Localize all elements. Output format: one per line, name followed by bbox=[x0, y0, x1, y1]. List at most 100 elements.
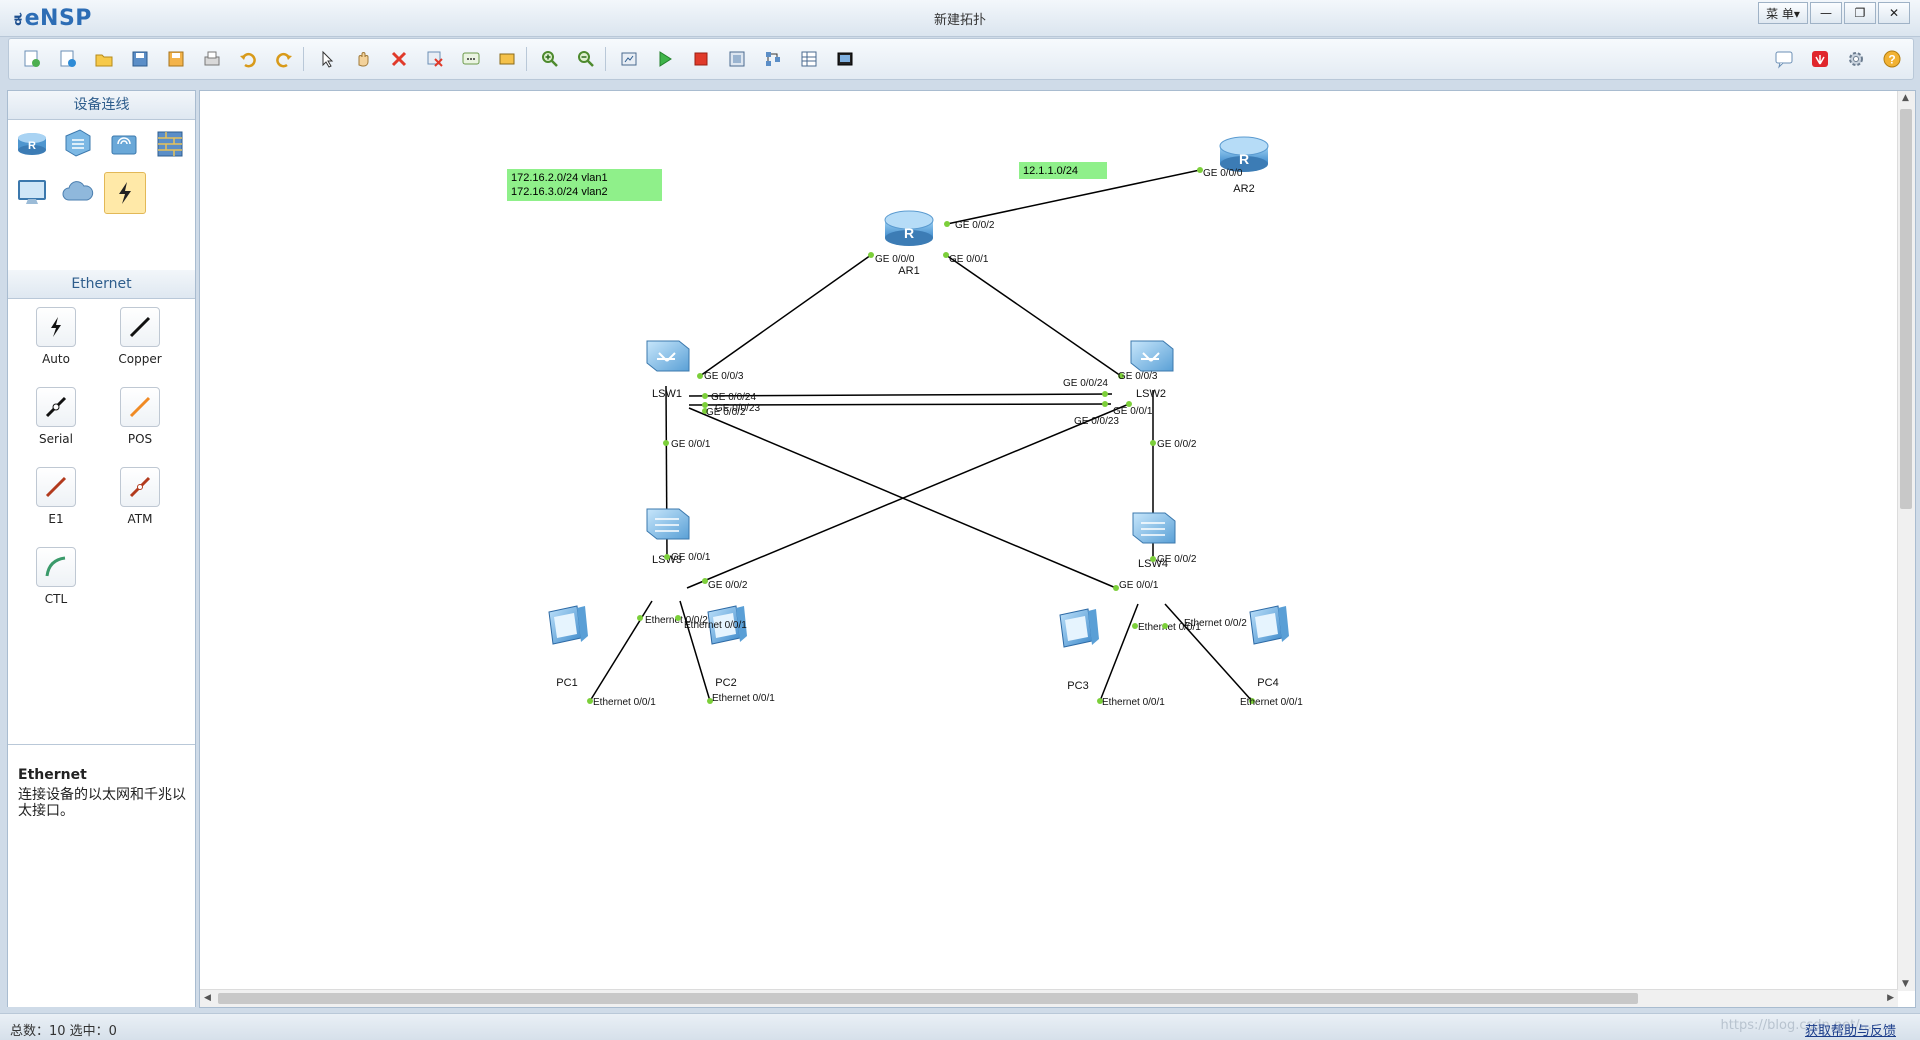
cable-ctl[interactable]: CTL bbox=[16, 547, 96, 606]
port-label: GE 0/0/2 bbox=[1157, 554, 1197, 565]
delete-icon[interactable] bbox=[386, 46, 412, 72]
note-line: 12.1.1.0/24 bbox=[1023, 165, 1078, 177]
scroll-right-icon[interactable]: ▶ bbox=[1887, 993, 1894, 1003]
note-line: 172.16.2.0/24 vlan1 bbox=[511, 172, 608, 184]
horizontal-scroll-thumb[interactable] bbox=[218, 993, 1638, 1004]
node-pc4[interactable]: PC4 bbox=[1249, 605, 1289, 689]
link-lsw4-pc3[interactable] bbox=[1099, 603, 1139, 702]
settings-gear-icon[interactable] bbox=[1843, 46, 1869, 72]
switch-icon bbox=[1132, 512, 1176, 544]
port-labels-layer: GE 0/0/2 GE 0/0/0 GE 0/0/0 GE 0/0/3 GE 0/0/1… bbox=[587, 167, 1303, 708]
capture-icon[interactable] bbox=[724, 46, 750, 72]
node-label: PC1 bbox=[556, 677, 577, 689]
forum-icon[interactable] bbox=[1771, 46, 1797, 72]
link-ar1-lsw1[interactable] bbox=[699, 254, 872, 377]
note-vlan[interactable]: 172.16.2.0/24 vlan1 172.16.3.0/24 vlan2 bbox=[507, 169, 662, 201]
cable-label: Auto bbox=[42, 352, 70, 366]
topology-canvas[interactable]: 172.16.2.0/24 vlan1 172.16.3.0/24 vlan2 … bbox=[199, 90, 1916, 1008]
port-label: GE 0/0/0 bbox=[1203, 168, 1243, 179]
port-dot bbox=[675, 615, 681, 621]
wireless-category-icon[interactable] bbox=[104, 124, 144, 164]
huawei-icon[interactable] bbox=[1807, 46, 1833, 72]
port-label: GE 0/0/1 bbox=[671, 552, 711, 563]
svg-text:R: R bbox=[28, 140, 36, 152]
pan-hand-icon[interactable] bbox=[350, 46, 376, 72]
save-icon[interactable] bbox=[127, 46, 153, 72]
grid-icon[interactable] bbox=[796, 46, 822, 72]
atm-cable-icon bbox=[120, 467, 160, 507]
save-as-icon[interactable] bbox=[163, 46, 189, 72]
window-title: 新建拓扑 bbox=[933, 13, 986, 28]
device-category-grid: R bbox=[8, 120, 195, 270]
cable-category-icon[interactable] bbox=[104, 172, 146, 214]
link-ar1-lsw2[interactable] bbox=[945, 254, 1122, 377]
node-lsw1[interactable]: LSW1 bbox=[646, 340, 690, 400]
router-category-icon[interactable]: R bbox=[12, 124, 52, 164]
minimize-button[interactable]: — bbox=[1810, 2, 1842, 24]
node-label: AR2 bbox=[1233, 183, 1254, 195]
topology-view-icon[interactable] bbox=[760, 46, 786, 72]
cable-pos[interactable]: POS bbox=[100, 387, 180, 446]
switch-category-icon[interactable] bbox=[58, 124, 98, 164]
svg-text:?: ? bbox=[1888, 53, 1895, 67]
cable-serial[interactable]: Serial bbox=[16, 387, 96, 446]
cable-grid: Auto Copper Serial POS E1 ATM CTL bbox=[8, 299, 195, 739]
help-icon[interactable]: ? bbox=[1879, 46, 1905, 72]
redo-icon[interactable] bbox=[271, 46, 297, 72]
close-button[interactable]: ✕ bbox=[1878, 2, 1910, 24]
stop-device-icon[interactable] bbox=[688, 46, 714, 72]
rectangle-icon[interactable] bbox=[494, 46, 520, 72]
new-topology-icon[interactable] bbox=[19, 46, 45, 72]
new-example-icon[interactable] bbox=[55, 46, 81, 72]
scroll-left-icon[interactable]: ◀ bbox=[204, 993, 211, 1003]
port-dot bbox=[697, 373, 703, 379]
scroll-down-icon[interactable]: ▼ bbox=[1902, 979, 1909, 989]
select-pointer-icon[interactable] bbox=[314, 46, 340, 72]
zoom-out-icon[interactable] bbox=[573, 46, 599, 72]
text-note-icon[interactable] bbox=[458, 46, 484, 72]
link-lsw2-lsw3[interactable] bbox=[686, 403, 1130, 589]
scroll-up-icon[interactable]: ▲ bbox=[1902, 93, 1909, 103]
cable-auto[interactable]: Auto bbox=[16, 307, 96, 366]
cable-atm[interactable]: ATM bbox=[100, 467, 180, 526]
pc-screen bbox=[554, 613, 577, 638]
delete-links-icon[interactable] bbox=[422, 46, 448, 72]
l3-switch-icon bbox=[1130, 340, 1174, 372]
pc-category-icon[interactable] bbox=[12, 172, 52, 212]
pos-cable-icon bbox=[120, 387, 160, 427]
note-wan[interactable]: 12.1.1.0/24 bbox=[1019, 162, 1107, 179]
cloud-category-icon[interactable] bbox=[58, 172, 98, 212]
print-icon[interactable] bbox=[199, 46, 225, 72]
zoom-in-icon[interactable] bbox=[537, 46, 563, 72]
horizontal-scrollbar[interactable]: ◀ ▶ bbox=[200, 989, 1898, 1007]
topology-diagram[interactable]: 172.16.2.0/24 vlan1 172.16.3.0/24 vlan2 … bbox=[200, 91, 1898, 990]
switch-icon bbox=[646, 508, 690, 540]
menu-button[interactable]: 菜 单▾ bbox=[1758, 2, 1808, 24]
port-dot bbox=[1102, 391, 1108, 397]
restore-button[interactable]: ❐ bbox=[1844, 2, 1876, 24]
status-bar: 总数：10 选中：0 https://blog.csdn.net/... 获取帮… bbox=[0, 1013, 1920, 1040]
open-icon[interactable] bbox=[91, 46, 117, 72]
port-label: GE 0/0/24 bbox=[711, 392, 756, 403]
vertical-scrollbar[interactable]: ▲ ▼ bbox=[1897, 91, 1915, 991]
fit-view-icon[interactable] bbox=[616, 46, 642, 72]
pc-screen bbox=[1255, 613, 1278, 638]
link-lsw3-pc1[interactable] bbox=[589, 600, 653, 702]
node-pc2[interactable]: PC2 bbox=[707, 605, 747, 689]
node-pc1[interactable]: PC1 bbox=[548, 605, 588, 689]
cable-copper[interactable]: Copper bbox=[100, 307, 180, 366]
port-dot bbox=[868, 252, 874, 258]
firewall-category-icon[interactable] bbox=[150, 124, 190, 164]
node-ar2[interactable]: R AR2 bbox=[1219, 136, 1269, 195]
node-ar1[interactable]: R AR1 bbox=[884, 210, 934, 277]
port-label: GE 0/0/2 bbox=[706, 407, 746, 418]
vertical-scroll-thumb[interactable] bbox=[1900, 109, 1912, 509]
cable-e1[interactable]: E1 bbox=[16, 467, 96, 526]
l3-switch-icon bbox=[646, 340, 690, 372]
description-title: Ethernet bbox=[18, 767, 87, 783]
screenshot-icon[interactable] bbox=[832, 46, 858, 72]
help-feedback-link[interactable]: 获取帮助与反馈 bbox=[1805, 1020, 1896, 1039]
start-device-icon[interactable] bbox=[652, 46, 678, 72]
undo-icon[interactable] bbox=[235, 46, 261, 72]
node-pc3[interactable]: PC3 bbox=[1059, 608, 1099, 692]
